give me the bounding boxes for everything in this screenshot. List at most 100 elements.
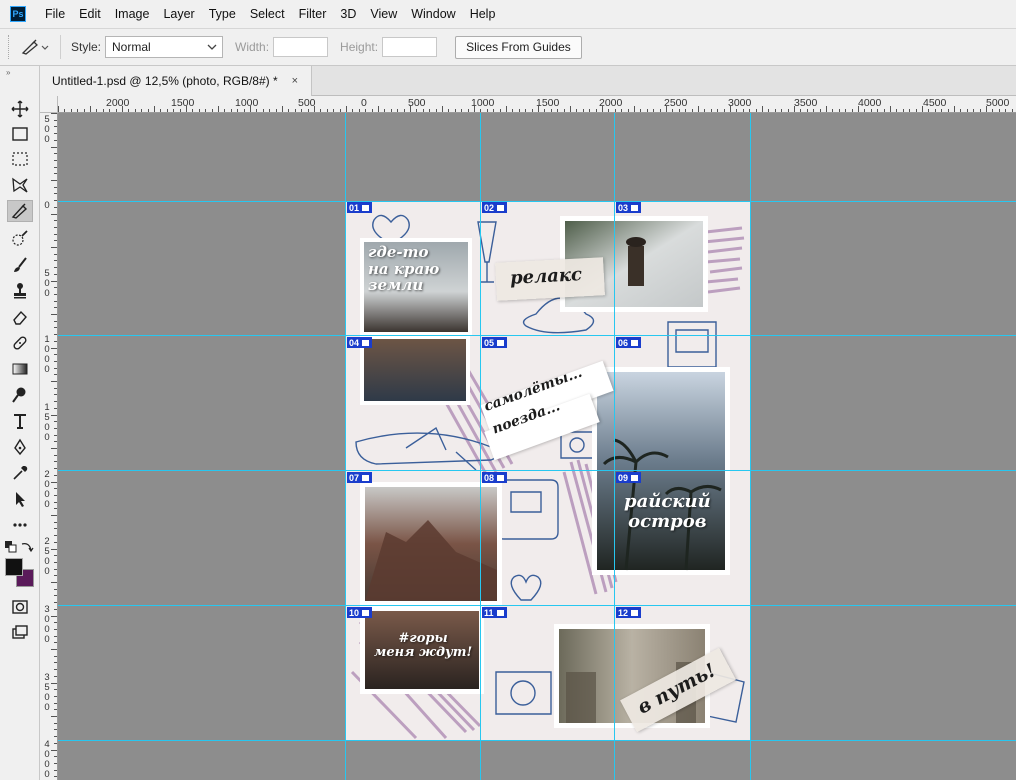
slice-badge[interactable]: 10	[347, 607, 373, 618]
guide-vertical[interactable]	[614, 113, 615, 780]
close-icon[interactable]: ×	[292, 75, 298, 87]
ruler-tick	[256, 109, 258, 112]
eraser-tool-icon[interactable]	[7, 306, 33, 328]
menu-3d[interactable]: 3D	[333, 0, 363, 28]
ruler-tick	[83, 109, 85, 112]
menu-type[interactable]: Type	[202, 0, 243, 28]
slice-badge[interactable]: 07	[347, 472, 373, 483]
ruler-tick-label: 4000	[44, 739, 50, 780]
slice-tool-icon[interactable]	[7, 200, 33, 222]
slice-badge[interactable]: 12	[616, 607, 642, 618]
slices-from-guides-button[interactable]: Slices From Guides	[455, 35, 582, 59]
lasso-tool-icon[interactable]	[7, 148, 33, 170]
guide-vertical[interactable]	[750, 113, 751, 780]
pen-tool-icon[interactable]	[7, 436, 33, 458]
eyedropper-icon[interactable]	[7, 462, 33, 484]
ruler-tick	[653, 109, 655, 112]
ruler-tick-label: 2500	[664, 97, 688, 109]
slice-badge[interactable]: 01	[347, 202, 373, 213]
ruler-tick	[538, 106, 539, 112]
ruler-tick	[320, 109, 322, 112]
menu-image[interactable]: Image	[108, 0, 157, 28]
slice-badge[interactable]: 05	[482, 337, 508, 348]
ruler-tick	[54, 139, 57, 141]
guide-horizontal[interactable]	[58, 605, 1016, 606]
guide-vertical[interactable]	[480, 113, 481, 780]
menu-view[interactable]: View	[363, 0, 404, 28]
bandage-icon[interactable]	[7, 332, 33, 354]
vertical-ruler[interactable]: 500 0 500 1000 1500 2000 2500 3000 3500 4000	[40, 113, 58, 780]
menu-filter[interactable]: Filter	[292, 0, 334, 28]
slice-badge[interactable]: 06	[616, 337, 642, 348]
quick-selection-icon[interactable]	[7, 174, 33, 196]
guide-horizontal[interactable]	[58, 740, 1016, 741]
ruler-tick	[339, 109, 341, 112]
slice-tool-preset-icon[interactable]	[20, 38, 50, 56]
artwork-text-paradise-island: райский остров	[624, 491, 711, 532]
type-tool-icon[interactable]	[7, 410, 33, 432]
swap-colors-icon[interactable]	[20, 540, 34, 554]
ruler-tick	[512, 109, 514, 112]
slice-badge[interactable]: 02	[482, 202, 508, 213]
menu-select[interactable]: Select	[243, 0, 292, 28]
document-tab[interactable]: Untitled-1.psd @ 12,5% (photo, RGB/8#) *…	[40, 66, 312, 96]
more-tools-icon[interactable]	[7, 514, 33, 536]
guide-vertical[interactable]	[345, 113, 346, 780]
options-grip[interactable]	[8, 35, 14, 59]
menu-help[interactable]: Help	[463, 0, 503, 28]
document-canvas[interactable]: где-то на краю земли релакс самолёты... …	[346, 202, 750, 740]
ruler-tick	[531, 109, 533, 112]
image-slice-icon	[496, 203, 506, 212]
ruler-tick	[96, 109, 98, 112]
ruler-tick	[54, 608, 57, 610]
slice-badge[interactable]: 09	[616, 472, 642, 483]
slice-badge[interactable]: 11	[482, 607, 507, 618]
slice-badge[interactable]: 08	[482, 472, 508, 483]
guide-horizontal[interactable]	[58, 335, 1016, 336]
clone-stamp-icon[interactable]	[7, 280, 33, 302]
slice-badge[interactable]: 04	[347, 337, 373, 348]
ruler-tick	[192, 109, 194, 112]
width-input[interactable]	[273, 37, 329, 57]
slice-badge[interactable]: 03	[616, 202, 642, 213]
default-colors-icon[interactable]	[5, 541, 17, 553]
screen-mode-icon[interactable]	[7, 622, 33, 644]
ruler-tick	[51, 347, 57, 349]
path-selection-icon[interactable]	[7, 488, 33, 510]
guide-horizontal[interactable]	[58, 201, 1016, 202]
gradient-tool-icon[interactable]	[7, 358, 33, 380]
ruler-tick	[54, 689, 57, 691]
ruler-tick	[54, 166, 57, 168]
spot-healing-icon[interactable]	[7, 228, 33, 250]
ruler-tick	[410, 106, 411, 112]
menu-layer[interactable]: Layer	[156, 0, 201, 28]
quick-mask-icon[interactable]	[7, 596, 33, 618]
ruler-tick	[589, 109, 591, 112]
guide-horizontal[interactable]	[58, 470, 1016, 471]
collapse-arrows-icon[interactable]: »	[6, 68, 10, 77]
ruler-tick	[672, 109, 674, 112]
ruler-tick	[54, 494, 57, 496]
ruler-tick	[51, 414, 57, 416]
ruler-origin[interactable]	[40, 96, 58, 113]
ruler-tick	[634, 106, 635, 112]
ruler-tick-label: 3000	[728, 97, 752, 109]
brush-tool-icon[interactable]	[7, 254, 33, 276]
menu-edit[interactable]: Edit	[72, 0, 108, 28]
canvas-area[interactable]: где-то на краю земли релакс самолёты... …	[58, 113, 1016, 780]
move-tool-icon[interactable]	[7, 98, 33, 120]
ruler-tick	[570, 106, 571, 112]
ruler-tick	[582, 109, 584, 112]
height-input[interactable]	[382, 37, 438, 57]
style-select[interactable]: Normal	[105, 36, 224, 58]
foreground-color-swatch[interactable]	[5, 558, 23, 576]
ruler-tick-label: 500	[44, 114, 50, 145]
width-label: Width:	[235, 40, 270, 54]
dodge-tool-icon[interactable]	[7, 384, 33, 406]
menu-window[interactable]: Window	[404, 0, 462, 28]
menu-file[interactable]: File	[38, 0, 72, 28]
ruler-tick	[685, 109, 687, 112]
horizontal-ruler[interactable]: 2000 1500 1000 500 0 500 1000 1500 2000 2500 3000 3…	[58, 96, 1016, 113]
marquee-tool-icon[interactable]	[7, 123, 33, 145]
ruler-tick	[70, 109, 72, 112]
